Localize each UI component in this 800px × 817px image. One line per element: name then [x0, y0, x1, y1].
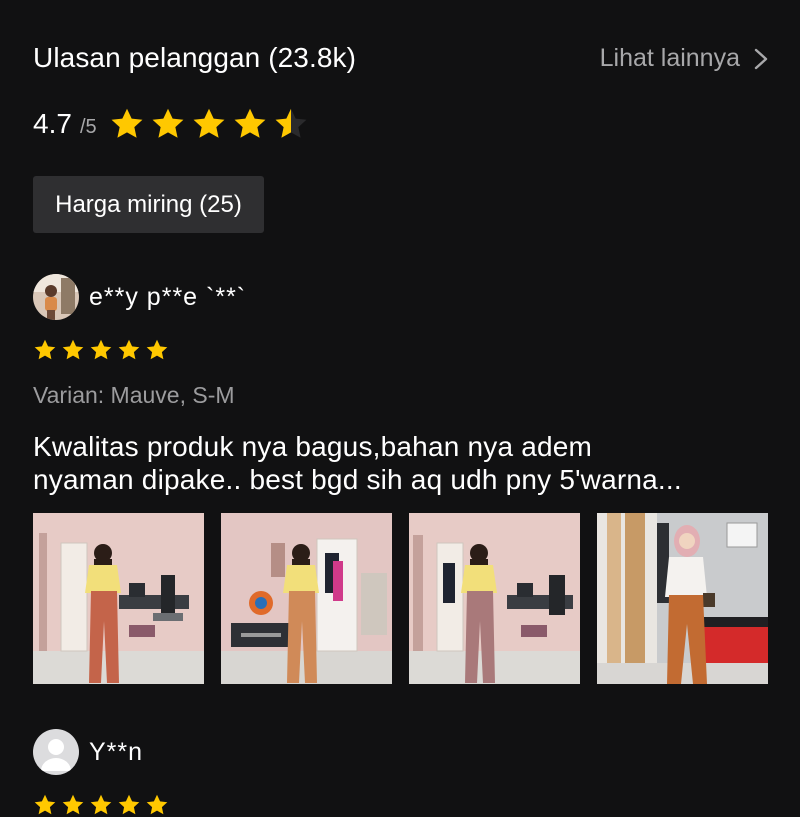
avatar [33, 274, 79, 320]
reviewer: Y**n [33, 729, 169, 775]
review-variant: Varian: Mauve, S-M [33, 382, 235, 408]
review-photo[interactable] [33, 513, 204, 684]
review-card: e**y p**e `**` Varian: Mauve, S-M Kwalit… [33, 274, 773, 684]
rating-value: 4.7 [33, 108, 72, 139]
review-stars [33, 338, 773, 362]
rating-max: /5 [79, 115, 97, 138]
review-text-line: nyaman dipake.. best bgd sih aq udh pny … [33, 464, 682, 495]
star-half-icon [275, 108, 307, 138]
review-photo[interactable] [409, 513, 580, 684]
star-icon [234, 108, 266, 138]
overall-rating: 4.7 /5 [33, 104, 309, 144]
chevron-right-icon [754, 48, 768, 70]
star-icon [62, 339, 84, 360]
see-more-link[interactable]: Lihat lainnya [600, 44, 768, 73]
reviewer-name: e**y p**e `**` [89, 282, 247, 311]
star-icon [90, 339, 112, 360]
see-more-label: Lihat lainnya [599, 44, 740, 72]
filter-chip-harga-miring[interactable]: Harga miring (25) [33, 176, 264, 233]
review-photo[interactable] [221, 513, 392, 684]
star-icon [111, 108, 143, 138]
star-icon [146, 794, 168, 815]
review-stars [33, 793, 169, 817]
reviewer-name: Y**n [89, 737, 144, 766]
star-icon [152, 108, 184, 138]
review-text: Kwalitas produk nya bagus,bahan nya adem… [33, 430, 773, 496]
star-icon [62, 794, 84, 815]
star-icon [90, 794, 112, 815]
star-icon [146, 339, 168, 360]
star-icon [193, 108, 225, 138]
reviews-title: Ulasan pelanggan (23.8k) [33, 42, 357, 73]
review-card: Y**n [33, 729, 169, 817]
review-photo[interactable] [597, 513, 768, 684]
reviews-header: Ulasan pelanggan (23.8k) Lihat lainnya [33, 40, 768, 80]
review-photos [33, 513, 773, 684]
avatar [33, 729, 79, 775]
review-text-line: Kwalitas produk nya bagus,bahan nya adem [33, 431, 593, 462]
star-icon [34, 339, 56, 360]
star-icon [34, 794, 56, 815]
star-icon [118, 339, 140, 360]
reviewer: e**y p**e `**` [33, 274, 773, 320]
rating-stars [109, 106, 309, 142]
star-icon [118, 794, 140, 815]
